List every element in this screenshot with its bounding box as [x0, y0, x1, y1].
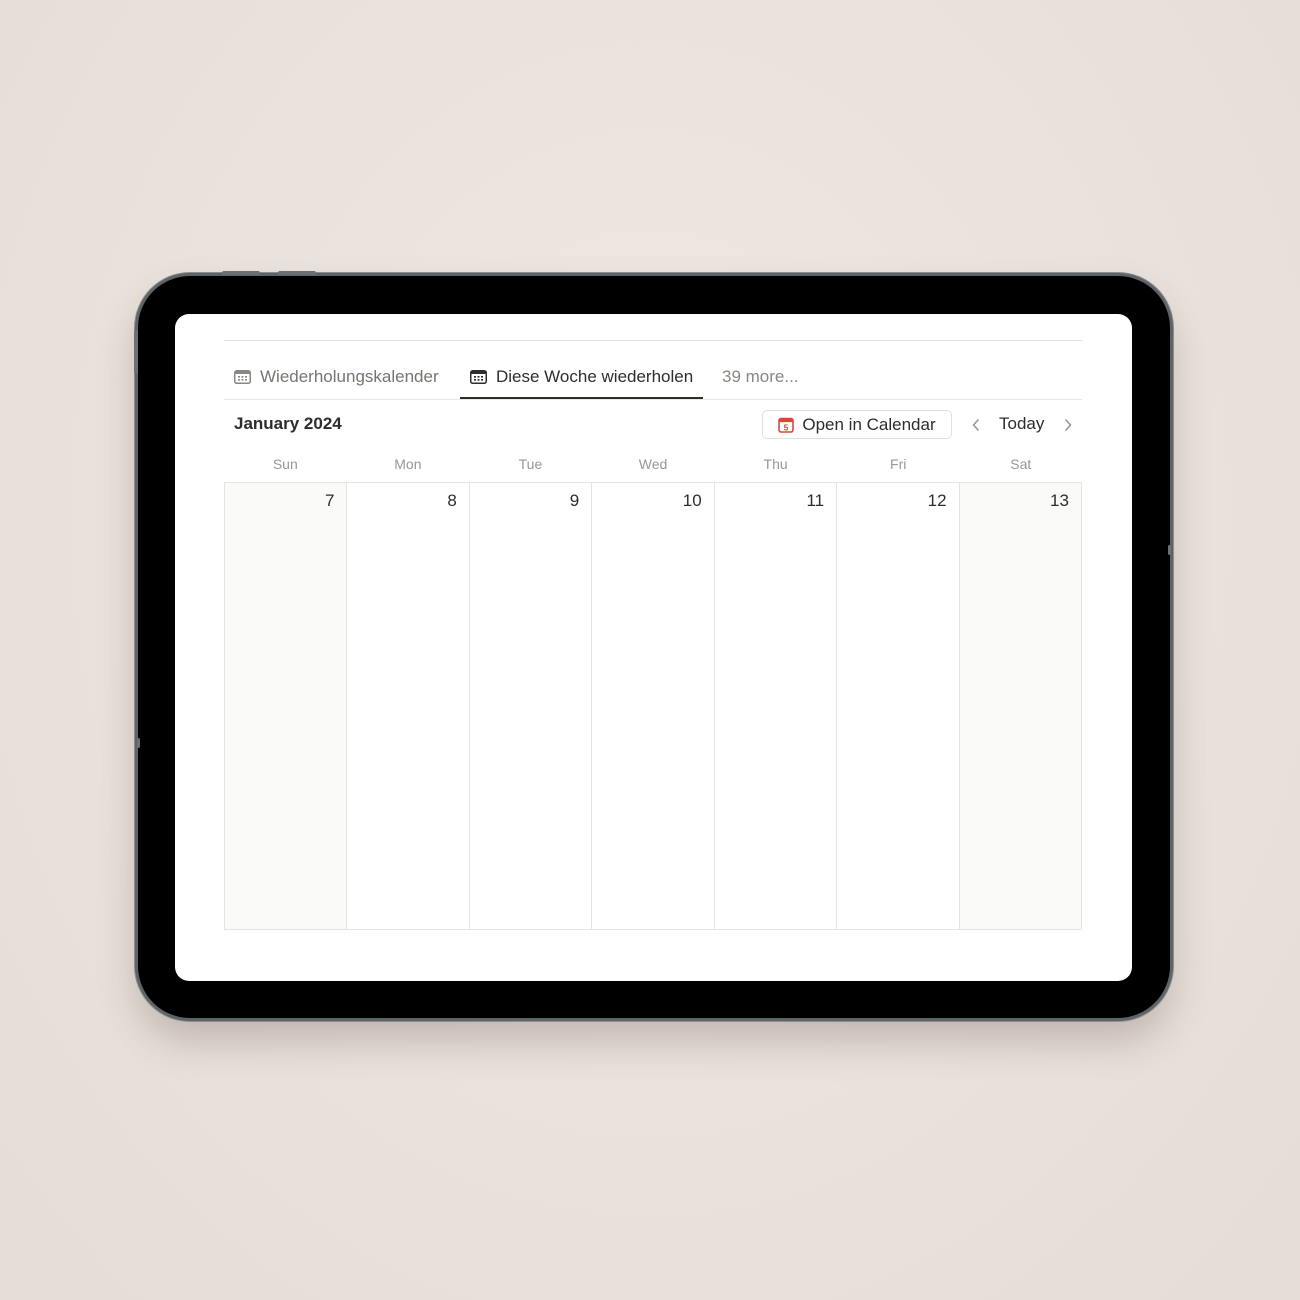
weekday-label: Mon [394, 456, 422, 472]
day-number: 8 [447, 491, 457, 510]
tab-label: Diese Woche wiederholen [496, 367, 694, 386]
day-cell-fri[interactable]: 12 [836, 483, 958, 929]
weekday-label: Sun [272, 456, 298, 472]
app-screen: Wiederholungskalender Diese Woche wieder… [175, 314, 1132, 981]
chevron-right-icon [1065, 419, 1072, 431]
tab-diese-woche-wiederholen[interactable]: Diese Woche wiederholen [459, 356, 704, 399]
calendar-icon [234, 370, 251, 384]
tab-wiederholungskalender[interactable]: Wiederholungskalender [234, 356, 439, 398]
month-title: January 2024 [234, 414, 342, 433]
day-number: 12 [927, 491, 947, 510]
day-cell-sat[interactable]: 13 [958, 483, 1081, 929]
volume-up-button [222, 271, 260, 275]
side-button [134, 330, 138, 374]
day-number: 7 [324, 491, 335, 510]
weekday-label: Sat [1010, 456, 1032, 472]
volume-down-button [278, 271, 316, 275]
day-cell-wed[interactable]: 10 [591, 483, 713, 929]
weekday-header: Sun Mon Tue Wed Thu Fri Sat [224, 456, 1082, 476]
more-views-button[interactable]: 39 more... [722, 356, 799, 398]
day-number: 13 [1050, 491, 1069, 510]
view-tabs: Wiederholungskalender Diese Woche wieder… [224, 356, 1082, 400]
day-cell-thu[interactable]: 11 [713, 483, 836, 929]
tab-label: Wiederholungskalender [260, 367, 439, 386]
next-week-button[interactable] [1058, 414, 1078, 436]
weekday-label: Tue [518, 456, 543, 472]
calendar-app-icon-number: 5 [784, 422, 789, 432]
week-grid: 7 8 9 10 11 12 13 [224, 482, 1082, 930]
open-in-calendar-label: Open in Calendar [802, 414, 936, 434]
side-connector [137, 738, 140, 748]
day-number: 9 [569, 491, 580, 510]
chevron-left-icon [972, 419, 979, 431]
day-number: 10 [682, 491, 702, 510]
day-cell-sun[interactable]: 7 [225, 483, 347, 929]
today-button[interactable]: Today [999, 414, 1044, 434]
side-connector-right [1168, 545, 1171, 555]
weekday-label: Thu [763, 456, 788, 472]
day-cell-tue[interactable]: 9 [468, 483, 591, 929]
weekday-label: Wed [638, 456, 668, 472]
open-in-calendar-button[interactable]: 5 Open in Calendar [762, 410, 952, 439]
divider [224, 340, 1082, 341]
calendar-app-icon: 5 [778, 417, 795, 433]
calendar-icon [470, 370, 487, 384]
weekday-label: Fri [890, 456, 907, 472]
day-number: 11 [806, 491, 825, 510]
day-cell-mon[interactable]: 8 [346, 483, 468, 929]
previous-week-button[interactable] [966, 414, 986, 436]
